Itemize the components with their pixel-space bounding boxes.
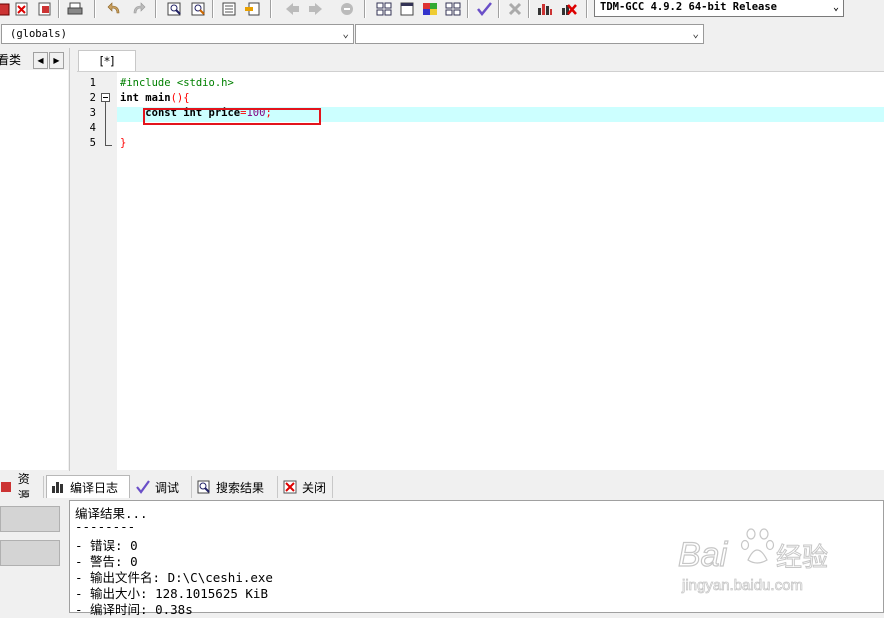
run-icon[interactable] [398, 0, 416, 17]
replace-icon[interactable] [190, 0, 208, 17]
print-icon[interactable] [66, 0, 84, 17]
code-line-1: #include <stdio.h> [120, 77, 234, 89]
baidu-jingyan-watermark: Bai 经验 jingyan.baidu.com [672, 518, 842, 598]
tab-close-label: 关闭 [302, 480, 327, 495]
tab-compile-log[interactable]: 编译日志 [46, 475, 130, 498]
profile-icon[interactable] [536, 0, 554, 17]
syntax-check-icon[interactable] [475, 0, 493, 17]
scroll-left-icon[interactable]: ◀ [33, 52, 48, 69]
class-browser-panel: 看类 ◀ ▶ [0, 48, 70, 471]
tab-search-results[interactable]: 搜索结果 [193, 476, 278, 498]
fold-end [105, 145, 112, 146]
tab-scroll-arrows: ◀ ▶ [33, 52, 65, 69]
scope-toolbar: (globals) ⌄ ⌄ [0, 20, 705, 48]
tab-ceshi-c[interactable]: [*] ceshi.c [78, 50, 136, 88]
chart-bar-icon [50, 480, 66, 494]
resources-icon [0, 480, 14, 494]
fold-line [105, 102, 106, 146]
bookmark-icon[interactable] [244, 0, 262, 17]
watermark-jingyan: 经验 [776, 543, 828, 573]
toolbar-separator [467, 0, 469, 18]
search-icon [196, 480, 212, 494]
scroll-right-icon[interactable]: ▶ [49, 52, 64, 69]
compiler-select-value: TDM-GCC 4.9.2 64-bit Release [600, 1, 778, 13]
toolbar-separator [528, 0, 530, 18]
close-file-icon[interactable] [13, 0, 31, 17]
tab-compile-log-label: 编译日志 [70, 480, 119, 495]
close-icon [282, 480, 298, 494]
tab-debug-label: 调试 [155, 480, 180, 495]
line-number-gutter: 1 2 3 4 5 [77, 72, 117, 470]
abort-compilation-button[interactable] [0, 506, 60, 532]
toolbar-separator [498, 0, 500, 18]
watermark-url: jingyan.baidu.com [681, 577, 803, 594]
log-line: - 编译时间: 0.38s [75, 602, 193, 617]
toolbar-separator [155, 0, 157, 18]
line-number: 3 [89, 107, 96, 119]
line-number: 5 [89, 137, 96, 149]
annotation-highlight-box [143, 108, 321, 125]
tab-search-results-label: 搜索结果 [216, 480, 265, 495]
code-line-5: } [120, 137, 126, 149]
log-line: -------- [75, 519, 136, 534]
keyword: int [120, 92, 139, 104]
chevron-down-icon: ⌄ [832, 2, 839, 13]
rebuild-all-icon[interactable] [444, 0, 462, 17]
code-line-2: int main(){ [120, 92, 190, 104]
compile-run-icon[interactable] [421, 0, 439, 17]
fold-collapse-icon[interactable] [101, 93, 110, 102]
goto-line-icon[interactable] [220, 0, 238, 17]
scope-combo[interactable]: (globals) ⌄ [1, 24, 354, 44]
main-toolbar: TDM-GCC 4.9.2 64-bit Release ⌄ [0, 0, 884, 20]
code-editor[interactable]: 1 2 3 4 5 #include <stdio.h> int main(){… [77, 71, 884, 470]
paw-icon [740, 528, 775, 564]
chevron-down-icon: ⌄ [692, 27, 699, 40]
check-icon [135, 480, 151, 494]
preprocessor-directive: #include <stdio.h> [120, 77, 234, 89]
shorten-paths-button[interactable] [0, 540, 60, 566]
tab-class-browser[interactable]: 看类 [0, 52, 22, 69]
bottom-tab-bar: 资源 编译日志 调试 搜索结果 关闭 [0, 472, 884, 503]
line-number: 2 [89, 92, 96, 104]
line-number: 4 [89, 122, 96, 134]
tab-debug[interactable]: 调试 [132, 476, 192, 498]
compile-icon[interactable] [375, 0, 393, 17]
toolbar-separator [270, 0, 272, 18]
close-all-icon[interactable] [36, 0, 54, 17]
class-browser-tree[interactable] [0, 70, 68, 470]
compiler-select[interactable]: TDM-GCC 4.9.2 64-bit Release ⌄ [594, 0, 844, 17]
watermark-brand: Bai [678, 536, 729, 574]
symbol: } [120, 137, 127, 149]
identifier: main [138, 92, 171, 104]
indent-left-icon[interactable] [283, 0, 301, 17]
toolbar-separator [586, 0, 588, 18]
new-file-icon[interactable] [0, 0, 12, 17]
indent-right-icon[interactable] [307, 0, 325, 17]
symbol: (){ [170, 92, 190, 104]
scope-combo-value: (globals) [10, 28, 67, 40]
toolbar-separator [94, 0, 96, 18]
line-number: 1 [89, 77, 96, 89]
chevron-down-icon: ⌄ [342, 27, 349, 40]
watermark-logo: Bai 经验 jingyan.baidu.com [677, 528, 829, 594]
find-icon[interactable] [166, 0, 184, 17]
clean-icon[interactable] [506, 0, 524, 17]
tab-close[interactable]: 关闭 [279, 476, 333, 498]
toolbar-separator [212, 0, 214, 18]
symbol-combo[interactable]: ⌄ [355, 24, 704, 44]
tab-resources[interactable]: 资源 [0, 472, 44, 503]
delete-profile-icon[interactable] [560, 0, 578, 17]
redo-icon[interactable] [129, 0, 147, 17]
undo-icon[interactable] [106, 0, 124, 17]
toolbar-separator [58, 0, 60, 18]
toggle-comment-icon[interactable] [338, 0, 356, 17]
toolbar-separator [364, 0, 366, 18]
